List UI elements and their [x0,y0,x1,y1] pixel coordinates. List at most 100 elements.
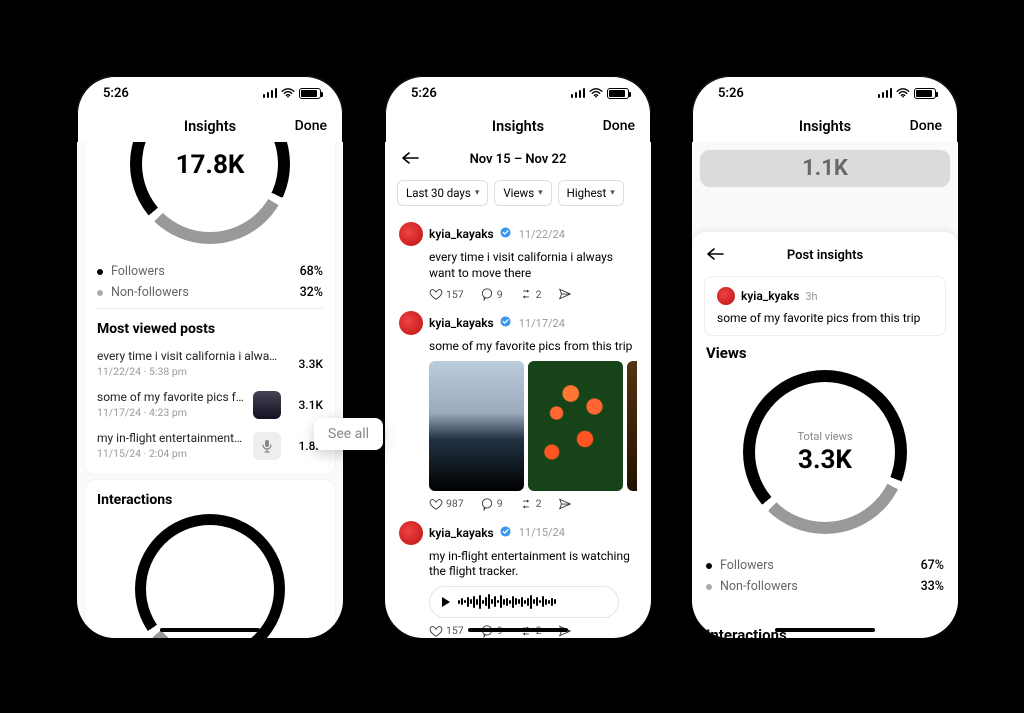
most-viewed-heading: Most viewed posts [97,321,323,337]
interactions-donut-chart [135,514,285,638]
post-item[interactable]: kyia_kayaks 11/17/24 some of my favorite… [385,307,651,517]
like-button[interactable]: 157 [429,624,464,638]
dot-icon [97,269,103,275]
wifi-icon [281,88,295,98]
share-button[interactable] [558,497,572,511]
content-scroll[interactable]: Nov 15 – Nov 22 Last 30 days▾ Views▾ Hig… [385,142,651,638]
username[interactable]: kyia_kayaks [429,526,494,540]
like-button[interactable]: 157 [429,287,464,301]
sub-header: Nov 15 – Nov 22 [385,142,651,176]
post-item[interactable]: kyia_kayaks 11/15/24 my in-flight entert… [385,517,651,638]
dot-icon [706,563,712,569]
avatar[interactable] [399,311,423,335]
battery-icon [914,88,936,99]
chevron-down-icon: ▾ [538,188,543,198]
nav-bar: Insights Done [77,110,343,142]
most-viewed-item[interactable]: every time i visit california i always w… [97,343,323,384]
legend-nonfollowers: Non-followers 33% [706,579,944,594]
username[interactable]: kyia_kayaks [429,316,494,330]
legend-nonfollowers: Non-followers 32% [97,285,323,300]
mic-icon [253,432,281,460]
views-heading: Views [706,344,944,362]
phone-post-insights: 5:26 Insights Done 1.1K Post insights [692,76,958,638]
content-scroll[interactable]: 1.1K Post insights kyia_kyaks 3h some of… [692,142,958,638]
background-views-card: 1.1K [700,150,950,187]
post-actions: 987 9 2 [429,497,637,511]
done-button[interactable]: Done [295,118,327,134]
chevron-down-icon: ▾ [475,188,480,198]
back-arrow-icon[interactable] [401,150,419,169]
repost-button[interactable]: 2 [519,497,542,511]
wifi-icon [896,88,910,98]
legend-followers: Followers 68% [97,264,323,279]
post-text: some of my favorite pics from this trip [429,339,637,355]
chevron-down-icon: ▾ [610,188,615,198]
done-button[interactable]: Done [603,118,635,134]
date-range: Nov 15 – Nov 22 [470,152,567,167]
interactions-card: Interactions [85,480,335,638]
most-viewed-item[interactable]: my in-flight entertainment is w… 11/15/2… [97,425,323,466]
phone-post-list: 5:26 Insights Done Nov 15 – Nov 22 Last … [385,76,651,638]
clock: 5:26 [718,86,744,101]
avatar[interactable] [399,521,423,545]
post-image[interactable] [429,361,524,491]
filter-metric[interactable]: Views▾ [494,180,551,206]
see-all-button[interactable]: See all [314,418,383,450]
nav-bar: Insights Done [692,110,958,142]
clock: 5:26 [411,86,437,101]
filter-date-range[interactable]: Last 30 days▾ [397,180,488,206]
post-age: 3h [805,290,817,303]
username[interactable]: kyia_kyaks [741,289,799,303]
post-image[interactable] [528,361,623,491]
home-indicator[interactable] [775,628,875,632]
waveform-icon [458,594,606,610]
audio-player[interactable] [429,586,619,618]
signal-icon [878,88,893,98]
filter-row: Last 30 days▾ Views▾ Highest▾ [385,176,651,214]
comment-button[interactable]: 9 [480,497,503,511]
back-arrow-icon[interactable] [706,246,724,265]
post-actions: 157 9 2 [429,287,637,301]
comment-button[interactable]: 9 [480,287,503,301]
phone-insights-overview: 5:26 Insights Done 17.8K Followers 68% [77,76,343,638]
post-image-peek[interactable] [627,361,637,491]
post-date: 11/15/24 [519,526,565,539]
image-carousel[interactable] [429,361,637,491]
filter-sort[interactable]: Highest▾ [558,180,624,206]
page-title: Insights [799,118,851,135]
signal-icon [571,88,586,98]
content-scroll[interactable]: 17.8K Followers 68% Non-followers 32% Mo… [77,142,343,638]
sheet-header: Post insights [692,242,958,268]
verified-badge-icon [500,316,511,330]
page-title: Insights [184,118,236,135]
home-indicator[interactable] [160,628,260,632]
home-indicator[interactable] [468,628,568,632]
post-caption: some of my favorite pics from this trip [717,311,933,325]
play-icon[interactable] [442,597,450,607]
dot-icon [706,584,712,590]
avatar[interactable] [399,222,423,246]
post-insights-sheet[interactable]: Post insights kyia_kyaks 3h some of my f… [692,232,958,638]
status-icons [878,88,937,99]
dot-icon [97,290,103,296]
status-icons [263,88,322,99]
share-button[interactable] [558,287,572,301]
wifi-icon [589,88,603,98]
post-text: my in-flight entertainment is watching t… [429,549,637,580]
post-item[interactable]: kyia_kayaks 11/22/24 every time i visit … [385,214,651,307]
post-summary-card[interactable]: kyia_kyaks 3h some of my favorite pics f… [704,276,946,336]
most-viewed-item[interactable]: some of my favorite pics from… 11/17/24 … [97,384,323,425]
status-bar: 5:26 [692,76,958,110]
done-button[interactable]: Done [910,118,942,134]
post-thumbnail [253,391,281,419]
views-card: 17.8K Followers 68% Non-followers 32% Mo… [85,142,335,474]
username[interactable]: kyia_kayaks [429,227,494,241]
sheet-title: Post insights [787,248,863,263]
signal-icon [263,88,278,98]
total-views-value: 3.3K [798,445,852,475]
status-icons [571,88,630,99]
nav-bar: Insights Done [385,110,651,142]
avatar[interactable] [717,287,735,305]
like-button[interactable]: 987 [429,497,464,511]
repost-button[interactable]: 2 [519,287,542,301]
